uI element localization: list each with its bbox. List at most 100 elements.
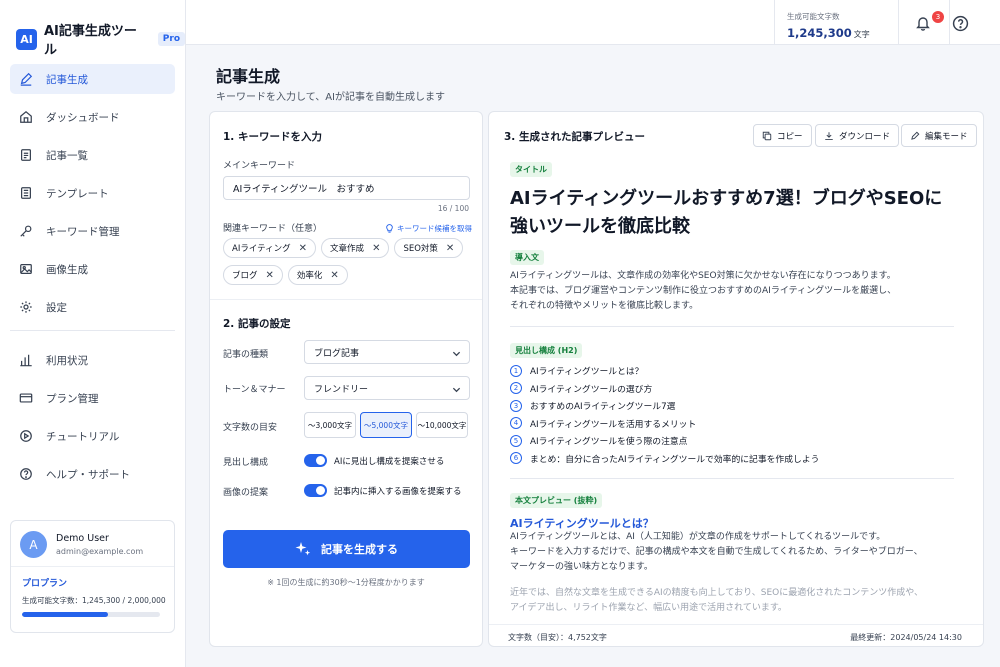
credits-number: 1,245,300 bbox=[787, 26, 852, 40]
bell-icon bbox=[916, 17, 930, 31]
brand[interactable]: AI AI記事生成ツール Pro bbox=[16, 20, 185, 58]
notifications-button[interactable]: 3 bbox=[898, 0, 950, 45]
heading-toggle-text: AIに見出し構成を提案させる bbox=[334, 456, 445, 467]
sidebar-item-label: 利用状況 bbox=[46, 354, 88, 367]
article-title-line: AIライティングツールおすすめ7選！ブログやSEOに bbox=[510, 188, 943, 209]
close-icon[interactable]: ✕ bbox=[330, 270, 338, 281]
user-card-divider bbox=[11, 566, 174, 567]
article-title-line: 強いツールを徹底比較 bbox=[510, 216, 690, 237]
image-suggestion-toggle[interactable] bbox=[304, 484, 327, 497]
help-circle-icon[interactable] bbox=[952, 15, 969, 32]
image-suggestion-label: 画像の提案 bbox=[223, 488, 269, 498]
download-button[interactable]: ダウンロード bbox=[815, 124, 900, 147]
get-keyword-suggestions-link[interactable]: キーワード候補を取得 bbox=[385, 223, 472, 234]
keyword-chip: 文章作成 ✕ bbox=[321, 238, 390, 258]
main-keyword-input[interactable]: AIライティングツール おすすめ bbox=[223, 176, 470, 200]
sidebar-item-label: キーワード管理 bbox=[46, 225, 120, 238]
image-suggestion-toggle-row: 記事内に挿入する画像を提案する bbox=[304, 484, 462, 497]
tone-select[interactable]: フレンドリー bbox=[304, 376, 470, 400]
keyword-chip: AIライティング ✕ bbox=[223, 238, 317, 258]
outline-text: AIライティングツールを活用するメリット bbox=[530, 419, 697, 430]
edit-mode-button-label: 編集モード bbox=[925, 131, 968, 142]
plan-name: プロプラン bbox=[22, 579, 68, 589]
sidebar-item-tutorial[interactable]: チュートリアル bbox=[10, 421, 175, 451]
copy-button-label: コピー bbox=[777, 131, 803, 142]
article-type-value: ブログ記事 bbox=[314, 348, 360, 359]
sidebar-divider bbox=[10, 330, 175, 331]
sidebar: AI AI記事生成ツール Pro 記事生成 ダッシュボード 記事一覧 テンプレー… bbox=[0, 0, 186, 667]
sidebar-item-plan[interactable]: プラン管理 bbox=[10, 383, 175, 413]
title-tag: タイトル bbox=[510, 162, 552, 177]
sidebar-item-help[interactable]: ヘルプ・サポート bbox=[10, 459, 175, 489]
article-preview-panel: 3. 生成された記事プレビュー コピー ダウンロード 編集モード タイトル AI… bbox=[488, 111, 984, 647]
sidebar-item-usage[interactable]: 利用状況 bbox=[10, 345, 175, 375]
plan-usage: 生成可能文字数：1,245,300 / 2,000,000 bbox=[22, 596, 166, 605]
heading-structure-toggle[interactable] bbox=[304, 454, 327, 467]
key-icon bbox=[20, 225, 32, 237]
section-title-keywords: 1. キーワードを入力 bbox=[223, 131, 322, 143]
outline-number: 4 bbox=[510, 417, 522, 430]
pro-badge: Pro bbox=[157, 32, 185, 46]
keyword-chip: ブログ ✕ bbox=[223, 265, 283, 285]
length-option-5000[interactable]: 〜5,000文字 bbox=[360, 412, 412, 438]
heading-structure-label: 見出し構成 bbox=[223, 458, 269, 468]
body-line: マーケターの強い味方となります。 bbox=[510, 562, 653, 572]
keyword-chip: 効率化 ✕ bbox=[287, 265, 348, 285]
outline-number: 5 bbox=[510, 434, 522, 447]
avatar: A bbox=[20, 531, 47, 558]
sidebar-item-label: テンプレート bbox=[46, 187, 109, 200]
edit-icon bbox=[911, 131, 920, 140]
length-segmented-control: 〜3,000文字 〜5,000文字 〜10,000文字 bbox=[304, 412, 472, 438]
chip-label: SEO対策 bbox=[403, 244, 438, 254]
chip-label: 文章作成 bbox=[330, 244, 365, 254]
related-keyword-chips: AIライティング ✕ 文章作成 ✕ SEO対策 ✕ ブログ ✕ 効率化 ✕ bbox=[223, 238, 473, 292]
sidebar-item-settings[interactable]: 設定 bbox=[10, 292, 175, 322]
help-icon bbox=[20, 468, 32, 480]
sidebar-item-article-generate[interactable]: 記事生成 bbox=[10, 64, 175, 94]
length-option-3000[interactable]: 〜3,000文字 bbox=[304, 412, 356, 438]
close-icon[interactable]: ✕ bbox=[266, 270, 274, 281]
body-line: キーワードを入力するだけで、記事の構成や本文を自動で生成してくれるため、ライター… bbox=[510, 547, 923, 557]
generate-article-button[interactable]: 記事を生成する bbox=[223, 530, 470, 568]
user-email: admin@example.com bbox=[56, 547, 144, 556]
edit-mode-button[interactable]: 編集モード bbox=[901, 124, 977, 147]
sidebar-item-label: 画像生成 bbox=[46, 263, 88, 276]
outline-text: おすすめのAIライティングツール7選 bbox=[530, 402, 676, 413]
sidebar-item-label: 設定 bbox=[46, 301, 67, 314]
outline-text: AIライティングツールとは？ bbox=[530, 367, 644, 378]
sidebar-item-keywords[interactable]: キーワード管理 bbox=[10, 216, 175, 246]
outline-item: 4 AIライティングツールを活用するメリット bbox=[510, 415, 819, 433]
download-icon bbox=[825, 131, 833, 140]
sidebar-item-image-generate[interactable]: 画像生成 bbox=[10, 254, 175, 284]
section-divider bbox=[210, 299, 482, 300]
card-icon bbox=[19, 393, 33, 403]
tone-value: フレンドリー bbox=[314, 384, 369, 395]
pencil-icon bbox=[20, 72, 33, 86]
app-logo-icon: AI bbox=[16, 28, 37, 50]
article-type-select[interactable]: ブログ記事 bbox=[304, 340, 470, 364]
sidebar-item-article-list[interactable]: 記事一覧 bbox=[10, 140, 175, 170]
body-preview-tag: 本文プレビュー (抜粋) bbox=[510, 493, 603, 508]
user-card[interactable]: A Demo User admin@example.com プロプラン 生成可能… bbox=[10, 520, 175, 633]
sidebar-item-templates[interactable]: テンプレート bbox=[10, 178, 175, 208]
user-name: Demo User bbox=[56, 533, 109, 544]
generate-note: ※ 1回の生成に約30秒〜1分程度かかります bbox=[267, 578, 425, 587]
close-icon[interactable]: ✕ bbox=[372, 243, 380, 254]
credits-value: 1,245,300 文字 bbox=[787, 26, 870, 40]
credits-label: 生成可能文字数 bbox=[787, 12, 840, 21]
sidebar-item-dashboard[interactable]: ダッシュボード bbox=[10, 102, 175, 132]
outline-number: 1 bbox=[510, 364, 522, 377]
length-option-10000[interactable]: 〜10,000文字 bbox=[416, 412, 468, 438]
main-keyword-label: メインキーワード bbox=[223, 161, 296, 171]
copy-button[interactable]: コピー bbox=[753, 124, 812, 147]
lightbulb-icon bbox=[386, 224, 393, 233]
tone-label: トーン＆マナー bbox=[223, 385, 286, 395]
sidebar-item-label: ダッシュボード bbox=[46, 111, 120, 124]
body-heading: AIライティングツールとは？ bbox=[510, 517, 654, 530]
document-list-icon bbox=[21, 149, 31, 161]
sidebar-item-label: ヘルプ・サポート bbox=[46, 468, 130, 481]
chip-label: 効率化 bbox=[296, 271, 323, 281]
close-icon[interactable]: ✕ bbox=[299, 243, 307, 254]
close-icon[interactable]: ✕ bbox=[446, 243, 454, 254]
suggest-link-label: キーワード候補を取得 bbox=[397, 224, 472, 233]
